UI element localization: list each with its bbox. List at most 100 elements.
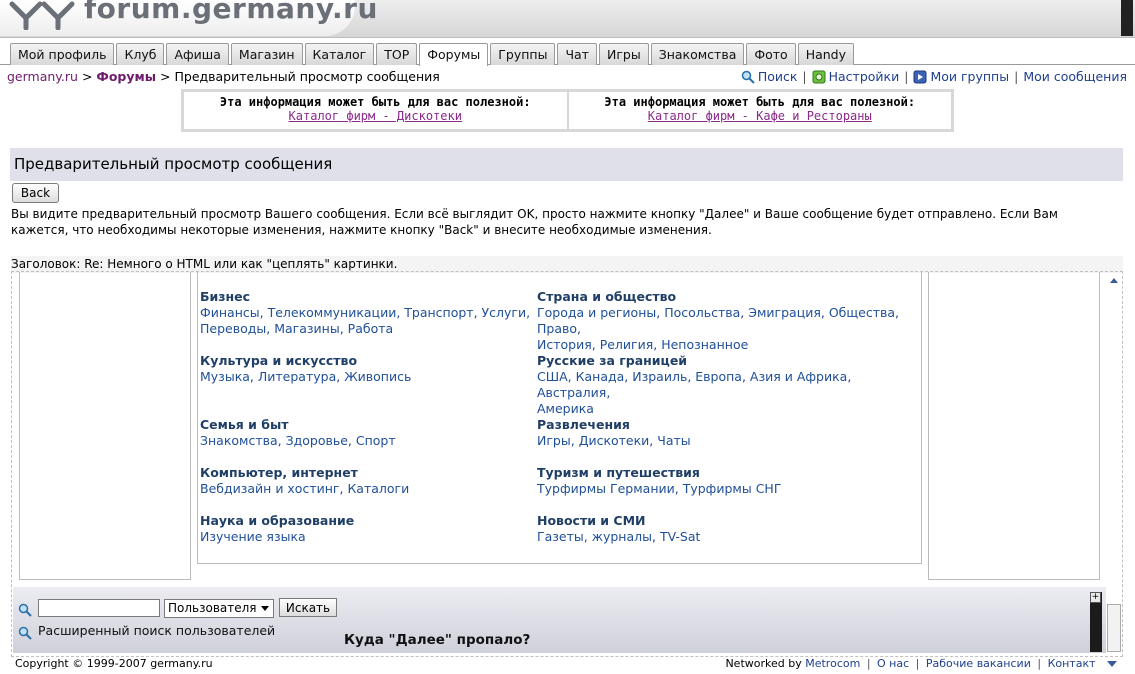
- tab-photo[interactable]: Фото: [746, 43, 796, 65]
- category-title[interactable]: Культура и искусство: [200, 353, 580, 369]
- category-link[interactable]: Дискотеки: [579, 433, 650, 448]
- category-link[interactable]: Израиль: [632, 369, 687, 384]
- tab-dating[interactable]: Знакомства: [650, 43, 745, 65]
- search-icon: [741, 70, 755, 84]
- tab-chat[interactable]: Чат: [557, 43, 597, 65]
- category-title[interactable]: Туризм и путешествия: [537, 465, 917, 481]
- footer-link-about[interactable]: О нас: [877, 657, 909, 670]
- settings-link[interactable]: Настройки: [829, 69, 900, 84]
- my-groups-link[interactable]: Мои группы: [930, 69, 1009, 84]
- category-link[interactable]: Америка: [537, 401, 594, 416]
- category-link[interactable]: Канада: [576, 369, 625, 384]
- category-link[interactable]: Знакомства: [200, 433, 278, 448]
- category-link[interactable]: Право: [537, 321, 577, 336]
- category-title[interactable]: Развлечения: [537, 417, 917, 433]
- footer-link-metrocom[interactable]: Metrocom: [805, 657, 860, 670]
- category-link[interactable]: Финансы: [200, 305, 260, 320]
- breadcrumb-separator: >: [160, 69, 171, 84]
- tab-handy[interactable]: Handy: [797, 43, 855, 65]
- category-link[interactable]: Каталоги: [347, 481, 409, 496]
- category-title[interactable]: Русские за границей: [537, 353, 917, 369]
- category-tourism: Туризм и путешествия Турфирмы Германии, …: [537, 465, 917, 497]
- tab-groups[interactable]: Группы: [490, 43, 556, 65]
- category-link[interactable]: Живопись: [344, 369, 411, 384]
- main-nav-tabs: Мой профиль Клуб Афиша Магазин Каталог T…: [10, 43, 856, 66]
- category-link[interactable]: Спорт: [356, 433, 396, 448]
- back-button[interactable]: Back: [12, 183, 59, 203]
- advanced-user-search-link[interactable]: Расширенный поиск пользователей: [38, 623, 275, 638]
- category-link[interactable]: Азия и Африка: [750, 369, 847, 384]
- category-link[interactable]: Здоровье: [286, 433, 348, 448]
- category-country-society: Страна и общество Города и регионы, Посо…: [537, 289, 917, 353]
- category-links: США, Канада, Израиль, Европа, Азия и Афр…: [537, 369, 852, 416]
- tab-my-profile[interactable]: Мой профиль: [10, 43, 115, 65]
- category-link[interactable]: Услуги: [482, 305, 527, 320]
- category-link[interactable]: Непознанное: [661, 337, 748, 352]
- category-link[interactable]: Музыка: [200, 369, 250, 384]
- category-link[interactable]: Газеты, журналы: [537, 529, 652, 544]
- category-link[interactable]: Переводы: [200, 321, 266, 336]
- search-button[interactable]: Искать: [279, 598, 337, 617]
- expand-button[interactable]: +: [1090, 592, 1101, 603]
- category-link[interactable]: Литература: [258, 369, 336, 384]
- chevron-down-icon[interactable]: [1107, 661, 1117, 667]
- category-link[interactable]: Транспорт: [404, 305, 473, 320]
- category-link[interactable]: Чаты: [657, 433, 690, 448]
- category-link[interactable]: Телекоммуникации: [268, 305, 397, 320]
- category-link[interactable]: Изучение языка: [200, 529, 306, 544]
- category-title[interactable]: Семья и быт: [200, 417, 580, 433]
- tab-games[interactable]: Игры: [598, 43, 649, 65]
- scroll-up-icon[interactable]: [1108, 275, 1120, 287]
- link-separator: |: [866, 657, 871, 670]
- category-link[interactable]: Общества: [829, 305, 895, 320]
- tab-catalog[interactable]: Каталог: [304, 43, 375, 65]
- tab-afisha[interactable]: Афиша: [166, 43, 229, 65]
- info-cell: Эта информация может быть для вас полезн…: [184, 92, 567, 129]
- breadcrumb-site-link[interactable]: germany.ru: [7, 69, 78, 84]
- info-title: Эта информация может быть для вас полезн…: [219, 95, 531, 109]
- category-link[interactable]: Посольства: [664, 305, 740, 320]
- category-title[interactable]: Наука и образование: [200, 513, 580, 529]
- search-type-select[interactable]: Пользователя: [164, 599, 274, 618]
- page-scrollbar[interactable]: [1107, 604, 1121, 652]
- tab-forums[interactable]: Форумы: [419, 43, 489, 66]
- category-link[interactable]: Религия: [600, 337, 654, 352]
- category-link[interactable]: Игры: [537, 433, 571, 448]
- info-link-cafes[interactable]: Каталог фирм - Кафе и Рестораны: [569, 109, 952, 123]
- category-title[interactable]: Компьютер, интернет: [200, 465, 580, 481]
- tab-shop[interactable]: Магазин: [230, 43, 303, 65]
- category-links: Финансы, Телекоммуникации, Транспорт, Ус…: [200, 305, 531, 336]
- category-link[interactable]: Европа: [695, 369, 742, 384]
- logo-text: forum.germany.ru: [84, 0, 378, 25]
- info-link-discos[interactable]: Каталог фирм - Дискотеки: [184, 109, 567, 123]
- header-scrollbar[interactable]: [1121, 0, 1133, 36]
- breadcrumb: germany.ru > Форумы > Предварительный пр…: [7, 69, 440, 84]
- tab-club[interactable]: Клуб: [116, 43, 165, 65]
- search-link[interactable]: Поиск: [758, 69, 798, 84]
- category-title[interactable]: Бизнес: [200, 289, 580, 305]
- category-link[interactable]: Работа: [348, 321, 394, 336]
- category-link[interactable]: Города и регионы: [537, 305, 656, 320]
- my-messages-link[interactable]: Мои сообщения: [1023, 69, 1127, 84]
- category-link[interactable]: Магазины: [274, 321, 340, 336]
- breadcrumb-forums-link[interactable]: Форумы: [96, 69, 156, 84]
- search-type-value: Пользователя: [168, 601, 257, 615]
- footer-link-contact[interactable]: Контакт: [1048, 657, 1096, 670]
- category-link[interactable]: США: [537, 369, 568, 384]
- category-link[interactable]: TV-Sat: [660, 529, 700, 544]
- category-link[interactable]: Эмиграция: [748, 305, 821, 320]
- footer-link-jobs[interactable]: Рабочие вакансии: [926, 657, 1031, 670]
- category-link[interactable]: Австралия: [537, 385, 606, 400]
- category-link[interactable]: Турфирмы СНГ: [683, 481, 782, 496]
- category-link[interactable]: Турфирмы Германии: [537, 481, 675, 496]
- tab-top[interactable]: TOP: [376, 43, 418, 65]
- category-link[interactable]: Вебдизайн и хостинг: [200, 481, 339, 496]
- logo-area[interactable]: forum.germany.ru: [0, 0, 377, 36]
- preview-description: Вы видите предварительный просмотр Вашег…: [11, 207, 1058, 237]
- link-separator: |: [1037, 657, 1042, 670]
- category-link[interactable]: История: [537, 337, 592, 352]
- user-search-input[interactable]: [38, 599, 160, 617]
- category-links: Вебдизайн и хостинг, Каталоги: [200, 481, 410, 496]
- category-title[interactable]: Новости и СМИ: [537, 513, 917, 529]
- category-title[interactable]: Страна и общество: [537, 289, 917, 305]
